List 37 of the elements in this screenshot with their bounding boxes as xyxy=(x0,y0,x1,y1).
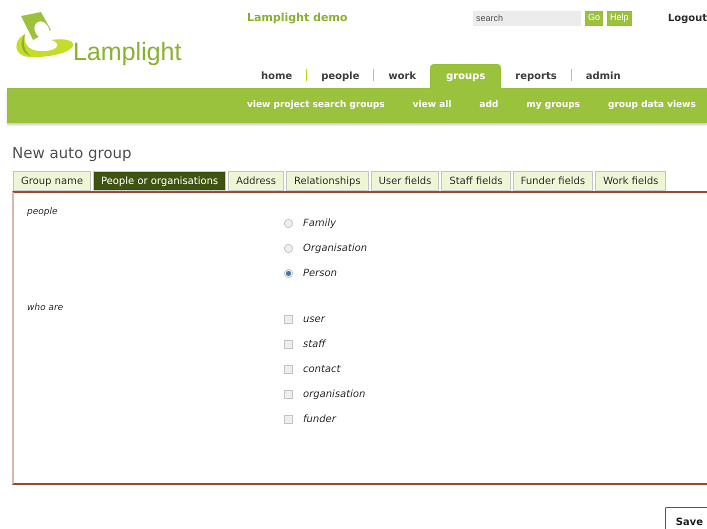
option-label: Person xyxy=(303,266,337,280)
nav-tab[interactable]: admin xyxy=(572,64,635,88)
radio-button[interactable] xyxy=(284,268,293,278)
site-title: Lamplight demo xyxy=(247,10,348,26)
form-tab[interactable]: Work fields xyxy=(595,171,666,191)
nav-tab[interactable]: reports xyxy=(501,64,571,88)
nav-tab[interactable]: people xyxy=(307,64,374,88)
form-tab[interactable]: Staff fields xyxy=(441,171,511,191)
save-button[interactable]: Save xyxy=(664,507,707,529)
form-tab[interactable]: Funder fields xyxy=(512,171,594,191)
radio-button[interactable] xyxy=(284,218,293,228)
form-tab[interactable]: Relationships xyxy=(286,171,369,191)
form-tab[interactable]: User fields xyxy=(370,171,440,191)
option-label: organisation xyxy=(303,388,366,402)
checkbox[interactable] xyxy=(284,340,293,348)
nav-tab[interactable]: work xyxy=(374,64,430,88)
form-tab[interactable]: Address xyxy=(228,171,284,191)
form-tab[interactable]: People or organisations xyxy=(92,171,226,191)
checkbox[interactable] xyxy=(284,364,293,374)
option-label: user xyxy=(303,312,325,326)
form-tab[interactable]: Group name xyxy=(13,171,91,191)
logout-link[interactable]: Logout xyxy=(668,10,707,26)
page-title: New auto group xyxy=(12,143,133,164)
option-label: staff xyxy=(303,338,326,352)
search-field[interactable]: search xyxy=(473,10,581,26)
checkbox[interactable] xyxy=(284,414,293,424)
option-label: contact xyxy=(303,362,340,376)
logo-text: Lamplight xyxy=(73,37,182,68)
option-label: funder xyxy=(303,412,336,426)
field-label: who are xyxy=(27,302,64,315)
option-label: Organisation xyxy=(303,242,368,256)
field-label: people xyxy=(27,206,59,219)
nav-tab[interactable]: home xyxy=(247,64,306,88)
radio-button[interactable] xyxy=(284,244,293,252)
checkbox[interactable] xyxy=(284,314,293,324)
option-label: Family xyxy=(303,216,336,230)
checkbox[interactable] xyxy=(284,390,293,398)
